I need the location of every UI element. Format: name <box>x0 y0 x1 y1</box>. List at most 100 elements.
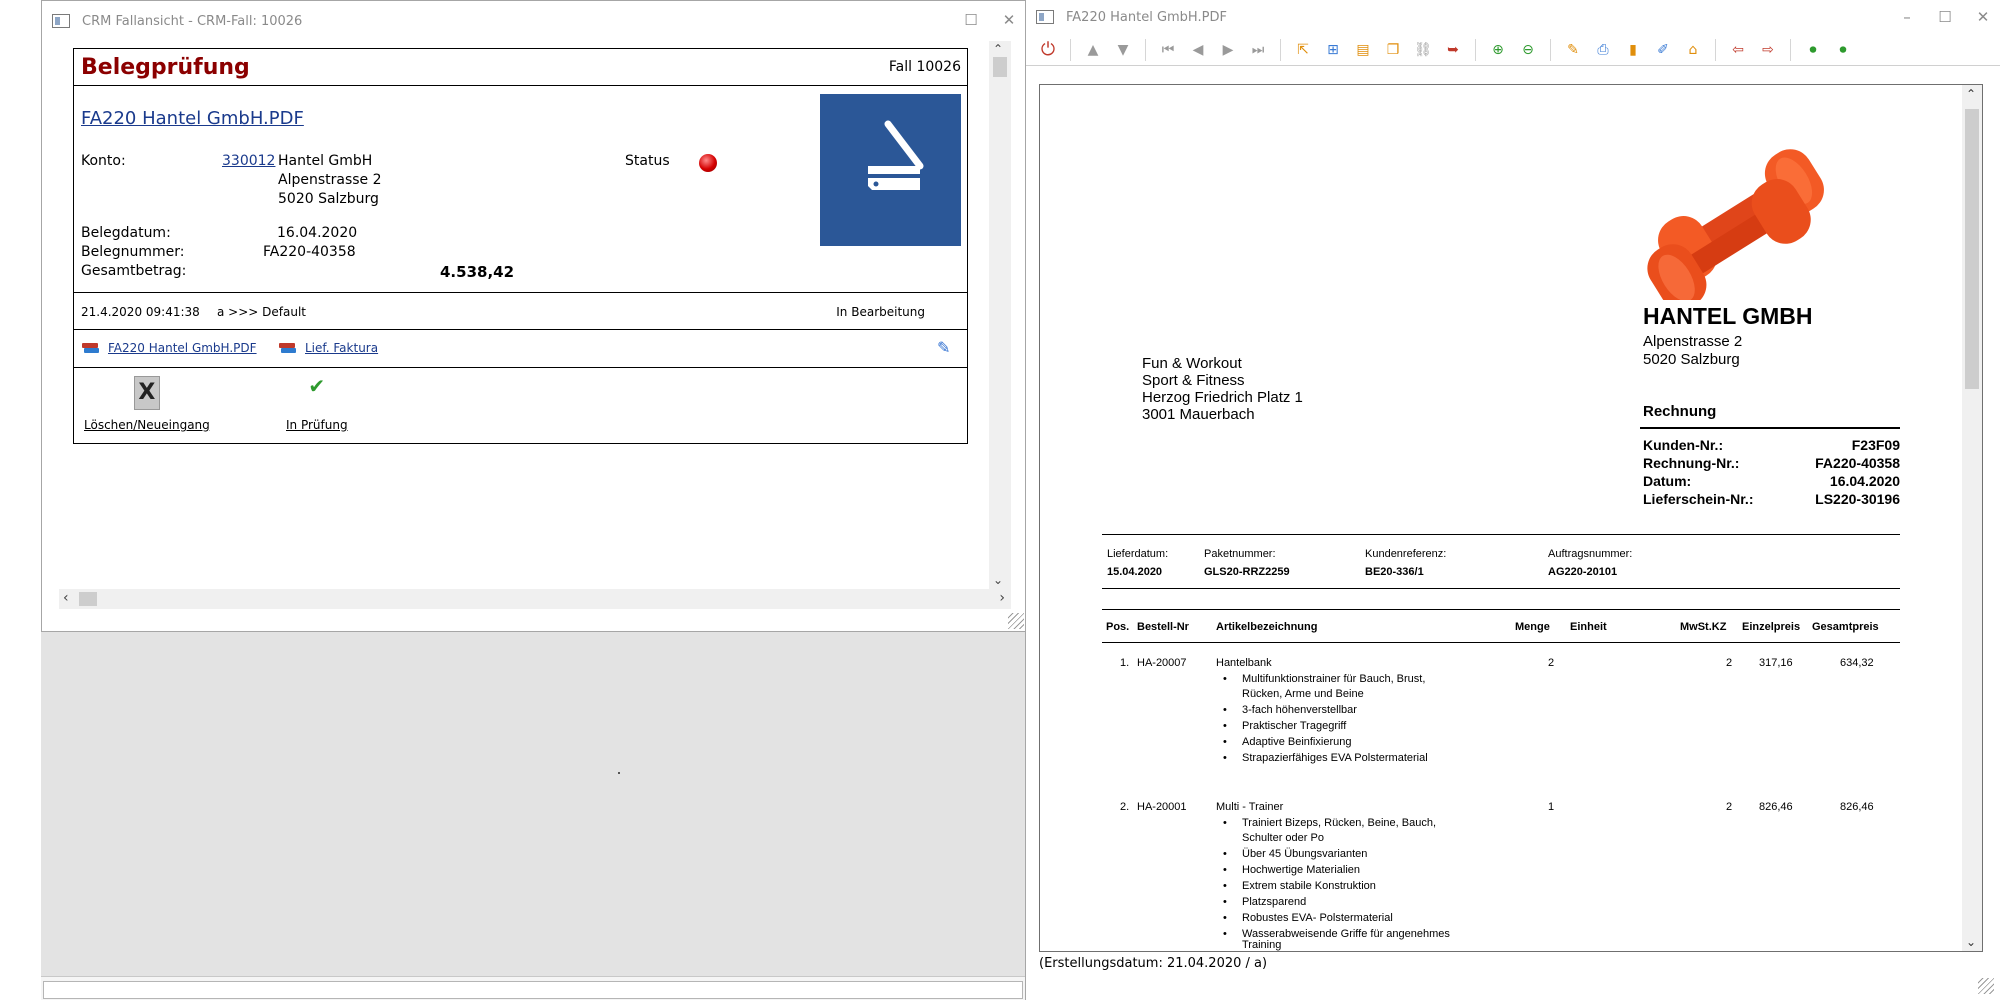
page-up-icon[interactable]: ▲ <box>1081 38 1105 62</box>
item-feature: 3-fach höhenverstellbar <box>1242 704 1357 716</box>
power-icon[interactable]: ⏻ <box>1036 38 1060 62</box>
books-icon <box>82 341 100 355</box>
link-icon[interactable]: ⛓ <box>1411 38 1435 62</box>
approve-icon[interactable]: ⏺ <box>1801 38 1825 62</box>
books-icon <box>279 341 297 355</box>
toolbar-separator <box>1475 38 1476 61</box>
maximize-icon[interactable]: ☐ <box>1936 8 1954 26</box>
close-icon[interactable]: ✕ <box>1000 11 1018 29</box>
print-icon[interactable]: ⎙ <box>1591 38 1615 62</box>
edit-document-icon[interactable]: ✐ <box>1651 38 1675 62</box>
arrow-left-icon[interactable]: ⇦ <box>1726 38 1750 62</box>
pdf-vertical-scrollbar[interactable]: ⌃ ⌄ <box>1962 85 1982 951</box>
delete-action-button[interactable]: X Löschen/Neueingang <box>84 376 210 432</box>
item-order-no: HA-20007 <box>1137 657 1187 669</box>
crm-titlebar[interactable]: CRM Fallansicht - CRM-Fall: 10026 ☐ ✕ <box>42 1 1026 41</box>
bottom-input-field[interactable] <box>43 981 1023 999</box>
review-action-label: In Prüfung <box>286 418 348 432</box>
attachments-row: FA220 Hantel GmbH.PDF Lief. Faktura ✎ <box>74 330 967 368</box>
item-feature: Extrem stabile Konstruktion <box>1242 880 1376 892</box>
copy-icon[interactable]: ❐ <box>1381 38 1405 62</box>
case-number: Fall 10026 <box>888 59 961 75</box>
pencil-edit-icon[interactable]: ✎ <box>937 340 953 356</box>
resize-grip-icon[interactable] <box>1008 613 1024 629</box>
scroll-left-icon[interactable]: ‹ <box>63 590 69 606</box>
resize-grip-icon[interactable] <box>1978 978 1994 994</box>
tree-icon[interactable]: ⊞ <box>1321 38 1345 62</box>
toolbar-separator <box>1070 38 1071 61</box>
next-page-icon[interactable]: ▶ <box>1216 38 1240 62</box>
attachment-link-faktura[interactable]: Lief. Faktura <box>305 341 378 355</box>
scanner-tile[interactable] <box>820 94 961 246</box>
attachment-item[interactable]: FA220 Hantel GmbH.PDF <box>82 341 257 355</box>
confirm-icon[interactable]: ⏺ <box>1831 38 1855 62</box>
close-icon[interactable]: ✕ <box>1974 8 1992 26</box>
arrow-right-icon[interactable]: ⇨ <box>1756 38 1780 62</box>
meta-value: FA220-40358 <box>1815 455 1900 471</box>
shipping-value: BE20-336/1 <box>1365 566 1424 578</box>
bottom-bar <box>41 976 1027 1000</box>
recipient-line: Fun & Workout <box>1142 355 1242 372</box>
export-icon[interactable]: ⇱ <box>1291 38 1315 62</box>
status-indicator-icon <box>699 154 717 172</box>
item-feature: Rücken, Arme und Beine <box>1242 688 1364 700</box>
item-pos: 2. <box>1120 801 1130 813</box>
attachment-item[interactable]: Lief. Faktura <box>279 341 378 355</box>
column-header: Gesamtpreis <box>1812 621 1879 633</box>
document-link[interactable]: FA220 Hantel GmbH.PDF <box>81 108 304 129</box>
company-name: HANTEL GMBH <box>1643 303 1813 329</box>
scroll-thumb[interactable] <box>993 57 1007 77</box>
vertical-scrollbar[interactable]: ⌃ ⌄ <box>989 41 1011 589</box>
scroll-up-icon[interactable]: ⌃ <box>993 42 1003 56</box>
note-icon[interactable]: ✎ <box>1561 38 1585 62</box>
recipient-line: Herzog Friedrich Platz 1 <box>1142 389 1303 406</box>
page-down-icon[interactable]: ▼ <box>1111 38 1135 62</box>
pdf-toolbar: ⏻ ▲ ▼ ⏮ ◀ ▶ ⏭ ⇱ ⊞ ▤ ❐ ⛓ ➥ ⊕ ⊖ ✎ ⎙ ▮ ✐ ⌂ … <box>1026 34 2000 66</box>
shipping-value: GLS20-RRZ2259 <box>1204 566 1290 578</box>
previous-page-icon[interactable]: ◀ <box>1186 38 1210 62</box>
maximize-icon[interactable]: ☐ <box>962 11 980 29</box>
stamp-icon[interactable]: ⌂ <box>1681 38 1705 62</box>
send-icon[interactable]: ➥ <box>1441 38 1465 62</box>
horizontal-scrollbar[interactable]: ‹ › <box>59 589 1011 609</box>
item-feature: Schulter oder Po <box>1242 832 1324 844</box>
event-row[interactable]: 21.4.2020 09:41:38 a >>> Default In Bear… <box>74 293 967 330</box>
konto-label: Konto: <box>81 153 126 169</box>
bookmark-icon[interactable]: ▮ <box>1621 38 1645 62</box>
scroll-down-icon[interactable]: ⌄ <box>1966 935 1976 949</box>
scroll-right-icon[interactable]: › <box>999 590 1005 606</box>
divider <box>1102 609 1900 610</box>
last-page-icon[interactable]: ⏭ <box>1246 38 1270 62</box>
bullet-icon: • <box>1223 673 1227 685</box>
item-feature: Multifunktionstrainer für Bauch, Brust, <box>1242 673 1426 685</box>
case-header: Belegprüfung Fall 10026 <box>74 49 967 86</box>
toolbar-separator <box>1145 38 1146 61</box>
scroll-up-icon[interactable]: ⌃ <box>1966 87 1976 101</box>
shipping-value: AG220-20101 <box>1548 566 1618 578</box>
review-action-button[interactable]: ✔ In Prüfung <box>286 376 348 432</box>
zoom-in-icon[interactable]: ⊕ <box>1486 38 1510 62</box>
first-page-icon[interactable]: ⏮ <box>1156 38 1180 62</box>
hscroll-thumb[interactable] <box>79 592 97 606</box>
attachment-link-pdf[interactable]: FA220 Hantel GmbH.PDF <box>108 341 257 355</box>
zoom-out-icon[interactable]: ⊖ <box>1516 38 1540 62</box>
scroll-thumb[interactable] <box>1965 109 1979 389</box>
item-feature: Trainiert Bizeps, Rücken, Beine, Bauch, <box>1242 817 1437 829</box>
scanner-icon <box>868 120 924 190</box>
item-order-no: HA-20001 <box>1137 801 1187 813</box>
pdf-titlebar[interactable]: FA220 Hantel GmbH.PDF – ☐ ✕ <box>1026 0 2000 34</box>
status-label: Status <box>625 153 670 169</box>
meta-label: Lieferschein-Nr.: <box>1643 491 1754 507</box>
stack-icon[interactable]: ▤ <box>1351 38 1375 62</box>
meta-label: Datum: <box>1643 473 1692 489</box>
company-street: Alpenstrasse 2 <box>1643 333 1743 350</box>
item-qty: 2 <box>1548 657 1555 669</box>
creation-date-footer: (Erstellungsdatum: 21.04.2020 / a) <box>1039 956 1268 971</box>
scroll-down-icon[interactable]: ⌄ <box>993 573 1003 587</box>
bullet-icon: • <box>1223 704 1227 716</box>
item-qty: 1 <box>1548 801 1555 813</box>
konto-number-link[interactable]: 330012 <box>222 153 275 169</box>
minimize-icon[interactable]: – <box>1898 8 1916 26</box>
recipient-line: 3001 Mauerbach <box>1142 406 1255 423</box>
pdf-page[interactable]: HANTEL GMBH Alpenstrasse 2 5020 Salzburg… <box>1039 84 1983 952</box>
